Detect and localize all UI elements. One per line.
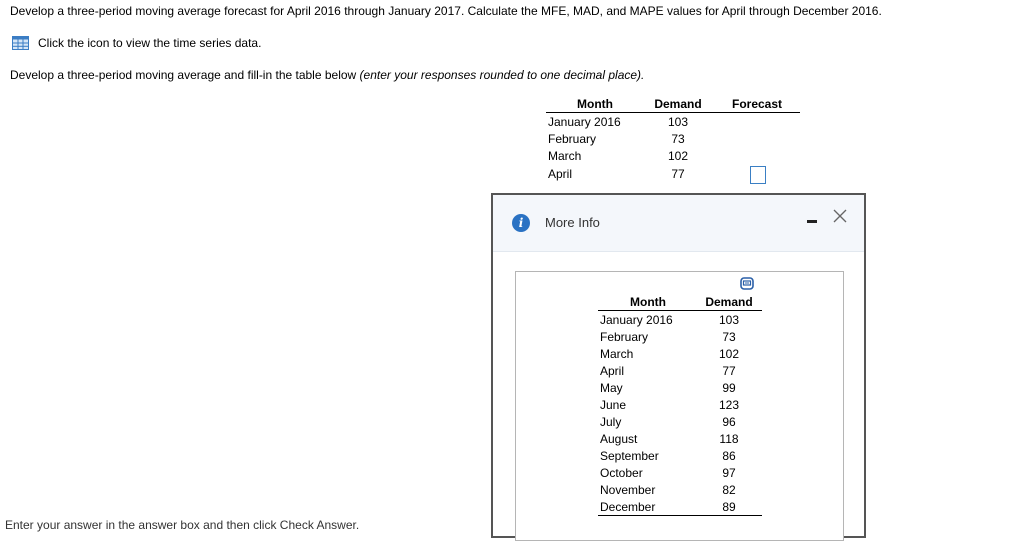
demand-cell: 73 (722, 329, 736, 344)
demand-cell: 77 (722, 363, 736, 378)
month-cell: March (600, 346, 634, 361)
month-cell: July (600, 414, 622, 429)
table-row: July 96 (598, 413, 762, 430)
table-row: November 82 (598, 481, 762, 498)
demand-cell: 96 (722, 414, 736, 429)
forecast-cell (714, 130, 800, 147)
demand-cell: 97 (722, 465, 736, 480)
demand-cell: 102 (667, 148, 689, 163)
month-cell: August (600, 431, 638, 446)
demand-cell: 103 (718, 312, 740, 327)
table-row: September 86 (598, 447, 762, 464)
header-demand: Demand (642, 96, 714, 113)
forecast-cell (714, 113, 800, 131)
month-cell: November (600, 482, 656, 497)
demand-cell: 73 (671, 131, 685, 146)
table-row: April 77 (598, 362, 762, 379)
demand-cell: 102 (718, 346, 740, 361)
table-row: April 77 (546, 164, 800, 184)
month-cell: January 2016 (548, 114, 621, 129)
table-row: August 118 (598, 430, 762, 447)
demand-cell: 82 (722, 482, 736, 497)
month-cell: March (548, 148, 582, 163)
demand-cell: 77 (671, 167, 685, 181)
info-icon: i (512, 214, 530, 232)
month-cell: June (600, 397, 627, 412)
month-cell: April (600, 363, 625, 378)
forecast-cell (714, 147, 800, 164)
copy-button[interactable] (740, 277, 754, 290)
table-row: March 102 (598, 345, 762, 362)
table-row: March 102 (546, 147, 800, 164)
instruction-hint: (enter your responses rounded to one dec… (359, 68, 645, 82)
month-cell: February (548, 131, 597, 146)
header-forecast: Forecast (714, 96, 800, 113)
copy-icon (740, 277, 754, 290)
forecast-cell (714, 164, 800, 184)
table-header-row: Month Demand Forecast (546, 96, 800, 113)
table-row: January 2016 103 (546, 113, 800, 131)
data-panel: Month Demand January 2016 103 February 73 … (515, 271, 844, 541)
grid-table-icon[interactable] (12, 36, 29, 50)
header-month: Month (598, 294, 696, 311)
month-cell: December (598, 498, 696, 516)
instruction-main: Develop a three-period moving average an… (10, 68, 360, 82)
instruction-text: Develop a three-period moving average an… (10, 68, 644, 82)
time-series-link-label[interactable]: Click the icon to view the time series d… (38, 36, 261, 50)
month-cell: February (600, 329, 649, 344)
more-info-dialog: i More Info Month Demand January 2016 10… (491, 193, 866, 541)
demand-cell: 103 (667, 114, 689, 129)
table-row: February 73 (598, 328, 762, 345)
question-text: Develop a three-period moving average fo… (10, 4, 882, 18)
time-series-table: Month Demand January 2016 103 February 73 … (598, 294, 762, 516)
dialog-title: More Info (545, 215, 600, 230)
demand-cell: 99 (722, 380, 736, 395)
close-icon (833, 209, 847, 223)
table-row: February 73 (546, 130, 800, 147)
month-cell: January 2016 (600, 312, 673, 327)
table-row: January 2016 103 (598, 311, 762, 329)
april-forecast-input[interactable] (750, 166, 766, 184)
header-month: Month (546, 96, 642, 113)
demand-cell: 118 (719, 431, 739, 446)
close-button[interactable] (832, 208, 848, 224)
month-cell: September (600, 448, 659, 463)
forecast-table: Month Demand Forecast January 2016 103 F… (546, 96, 800, 184)
table-row: December 89 (598, 498, 762, 516)
demand-cell: 123 (718, 397, 740, 412)
table-row: October 97 (598, 464, 762, 481)
demand-cell: 86 (722, 448, 736, 463)
table-row: May 99 (598, 379, 762, 396)
month-cell: May (600, 380, 623, 395)
demand-cell: 89 (696, 498, 762, 516)
table-row: June 123 (598, 396, 762, 413)
time-series-link[interactable]: Click the icon to view the time series d… (12, 36, 261, 50)
header-demand: Demand (696, 294, 762, 311)
month-cell: October (600, 465, 643, 480)
minimize-button[interactable] (807, 220, 817, 223)
table-header-row: Month Demand (598, 294, 762, 311)
month-cell: April (548, 167, 573, 181)
dialog-header: i More Info (493, 195, 864, 252)
